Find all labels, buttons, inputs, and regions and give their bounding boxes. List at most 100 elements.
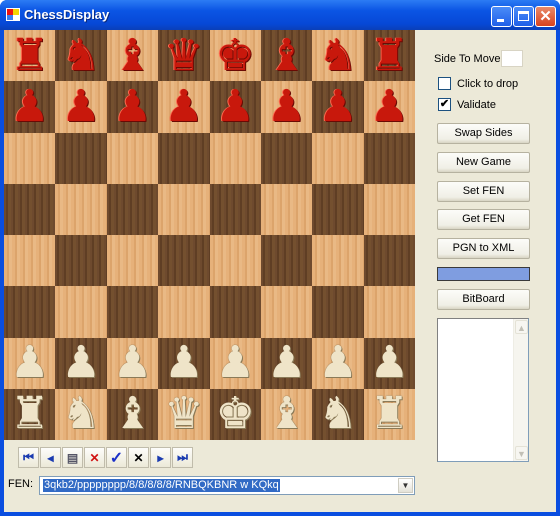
square-c1[interactable]: ♝ [106, 388, 159, 440]
square-b1[interactable]: ♞ [55, 388, 107, 440]
square-g5[interactable] [312, 183, 364, 235]
move-list-box[interactable]: ▲ ▼ [437, 318, 529, 462]
app-icon[interactable] [6, 8, 20, 21]
square-f7[interactable]: ♟ [260, 81, 313, 133]
square-e2[interactable]: ♟ [209, 337, 261, 389]
square-h2[interactable]: ♟ [363, 337, 415, 389]
black-pawn-icon[interactable]: ♟ [113, 84, 152, 129]
square-e4[interactable] [209, 235, 261, 287]
black-pawn-icon[interactable]: ♟ [215, 84, 254, 129]
square-g3[interactable] [312, 286, 364, 338]
square-d6[interactable] [158, 132, 210, 184]
maximize-button[interactable] [513, 6, 534, 27]
black-rook-icon[interactable]: ♜ [10, 33, 49, 78]
close-button[interactable]: ✕ [535, 6, 556, 27]
square-d3[interactable] [158, 286, 210, 338]
white-knight-icon[interactable]: ♞ [61, 392, 100, 436]
fen-combobox[interactable]: 3qkb2/pppppppp/8/8/8/8/8/RNBQKBNR w KQkq… [39, 476, 415, 495]
square-f2[interactable]: ♟ [260, 337, 313, 389]
square-h6[interactable] [363, 132, 415, 184]
fen-input-value[interactable]: 3qkb2/pppppppp/8/8/8/8/8/RNBQKBNR w KQkq [43, 479, 280, 492]
black-pawn-icon[interactable]: ♟ [61, 84, 100, 129]
square-e3[interactable] [209, 286, 261, 338]
square-a6[interactable] [4, 132, 56, 184]
square-d5[interactable] [158, 183, 210, 235]
black-pawn-icon[interactable]: ♟ [318, 84, 357, 129]
black-rook-icon[interactable]: ♜ [370, 33, 409, 78]
square-g4[interactable] [312, 235, 364, 287]
white-pawn-icon[interactable]: ♟ [61, 341, 100, 385]
white-pawn-icon[interactable]: ♟ [10, 341, 49, 385]
first-move-button[interactable]: ⏮ [18, 447, 39, 468]
square-b7[interactable]: ♟ [55, 81, 107, 133]
square-e1[interactable]: ♚ [209, 388, 261, 440]
white-bishop-icon[interactable]: ♝ [267, 392, 306, 436]
white-knight-icon[interactable]: ♞ [318, 392, 357, 436]
black-king-icon[interactable]: ♚ [215, 33, 254, 78]
square-d2[interactable]: ♟ [158, 337, 210, 389]
square-e5[interactable] [209, 183, 261, 235]
pgn-to-xml-button[interactable]: PGN to XML [437, 238, 530, 259]
square-b5[interactable] [55, 183, 107, 235]
square-b2[interactable]: ♟ [55, 337, 107, 389]
square-g8[interactable]: ♞ [312, 30, 364, 82]
square-g7[interactable]: ♟ [312, 81, 364, 133]
scroll-down-icon[interactable]: ▼ [515, 446, 528, 460]
square-d4[interactable] [158, 235, 210, 287]
square-b4[interactable] [55, 235, 107, 287]
square-a3[interactable] [4, 286, 56, 338]
notes-button[interactable]: ▤ [62, 447, 83, 468]
black-pawn-icon[interactable]: ♟ [267, 84, 306, 129]
white-pawn-icon[interactable]: ♟ [215, 341, 254, 385]
square-g2[interactable]: ♟ [312, 337, 364, 389]
square-c6[interactable] [106, 132, 159, 184]
white-queen-icon[interactable]: ♛ [164, 392, 203, 436]
checkbox-box[interactable]: ✔ [438, 98, 451, 111]
chess-board[interactable]: ♜ ♞ ♝ ♛ ♚ ♝ ♞ ♜ ♟ ♟ ♟ ♟ ♟ ♟ ♟ ♟ ♟ ♟ ♟ ♟ ♟ ♟ ♟ ♟ ♜ ♞ ♝ ♛ ♚ ♝ ♞ ♜ [4, 30, 415, 440]
square-h5[interactable] [363, 183, 415, 235]
square-c5[interactable] [106, 183, 159, 235]
title-bar[interactable]: ChessDisplay ✕ [0, 0, 560, 30]
black-bishop-icon[interactable]: ♝ [113, 33, 152, 78]
square-c4[interactable] [106, 235, 159, 287]
accept-button[interactable]: ✓ [106, 447, 127, 468]
square-b8[interactable]: ♞ [55, 30, 107, 82]
bitboard-button[interactable]: BitBoard [437, 289, 530, 310]
square-f4[interactable] [260, 235, 313, 287]
black-knight-icon[interactable]: ♞ [61, 33, 100, 78]
square-b3[interactable] [55, 286, 107, 338]
square-e8[interactable]: ♚ [209, 30, 261, 82]
click-to-drop-checkbox[interactable]: Click to drop [438, 77, 518, 90]
square-g6[interactable] [312, 132, 364, 184]
square-d1[interactable]: ♛ [158, 388, 210, 440]
checkbox-box[interactable] [438, 77, 451, 90]
square-d7[interactable]: ♟ [158, 81, 210, 133]
square-b6[interactable] [55, 132, 107, 184]
vertical-scrollbar[interactable]: ▲ ▼ [513, 319, 528, 461]
new-game-button[interactable]: New Game [437, 152, 530, 173]
white-pawn-icon[interactable]: ♟ [318, 341, 357, 385]
square-c8[interactable]: ♝ [106, 30, 159, 82]
square-a4[interactable] [4, 235, 56, 287]
swap-sides-button[interactable]: Swap Sides [437, 123, 530, 144]
black-bishop-icon[interactable]: ♝ [267, 33, 306, 78]
black-pawn-icon[interactable]: ♟ [10, 84, 49, 129]
side-to-move-field[interactable] [501, 50, 523, 67]
square-c2[interactable]: ♟ [106, 337, 159, 389]
square-a5[interactable] [4, 183, 56, 235]
white-pawn-icon[interactable]: ♟ [267, 341, 306, 385]
white-king-icon[interactable]: ♚ [215, 392, 254, 436]
black-queen-icon[interactable]: ♛ [164, 33, 203, 78]
square-h4[interactable] [363, 235, 415, 287]
cancel-button[interactable]: ✕ [128, 447, 149, 468]
square-e7[interactable]: ♟ [209, 81, 261, 133]
square-h3[interactable] [363, 286, 415, 338]
square-d8[interactable]: ♛ [158, 30, 210, 82]
last-move-button[interactable]: ⏭ [172, 447, 193, 468]
square-h1[interactable]: ♜ [363, 388, 415, 440]
set-fen-button[interactable]: Set FEN [437, 181, 530, 202]
square-g1[interactable]: ♞ [312, 388, 364, 440]
black-pawn-icon[interactable]: ♟ [370, 84, 409, 129]
validate-checkbox[interactable]: ✔ Validate [438, 98, 496, 111]
square-f6[interactable] [260, 132, 313, 184]
